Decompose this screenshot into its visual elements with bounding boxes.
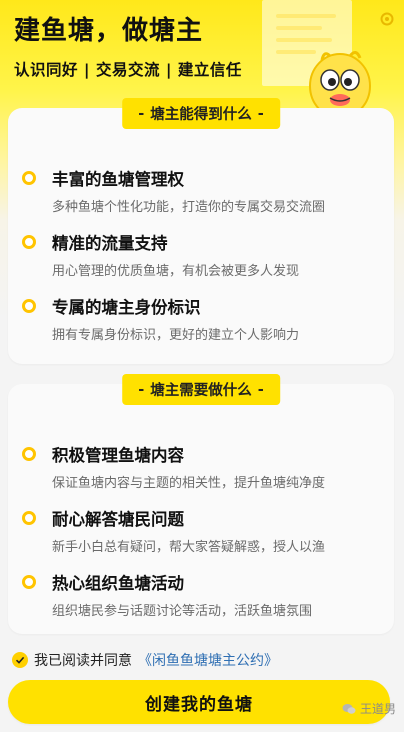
item-title: 丰富的鱼塘管理权 [52, 170, 184, 189]
benefits-heading-label: 塘主能得到什么 [150, 107, 252, 123]
dash-icon: - [138, 105, 145, 122]
item-title: 积极管理鱼塘内容 [52, 446, 184, 465]
item-desc: 拥有专属身份标识，更好的建立个人影响力 [52, 328, 300, 343]
agreement-link[interactable]: 《闲鱼鱼塘塘主公约》 [138, 650, 278, 670]
item-desc: 组织塘民参与话题讨论等活动，活跃鱼塘氛围 [52, 604, 313, 619]
item-desc: 多种鱼塘个性化功能，打造你的专属交易交流圈 [52, 200, 326, 215]
watermark: 王道男 [342, 700, 396, 717]
dash-icon: - [257, 105, 264, 122]
item-title: 热心组织鱼塘活动 [52, 574, 184, 593]
bullet-icon [22, 171, 36, 185]
duties-card: - 塘主需要做什么 - 积极管理鱼塘内容 保证鱼塘内容与主题的相关性，提升鱼塘纯… [8, 374, 394, 634]
bullet-icon [22, 235, 36, 249]
agreement-text: 我已阅读并同意 [34, 653, 132, 669]
duties-heading-label: 塘主需要做什么 [150, 383, 252, 399]
agreement-checkbox[interactable] [12, 652, 28, 668]
duties-heading: - 塘主需要做什么 - [122, 374, 280, 405]
item-desc: 新手小白总有疑问，帮大家答疑解惑，授人以渔 [52, 540, 326, 555]
watermark-text: 王道男 [359, 702, 396, 716]
benefits-heading: - 塘主能得到什么 - [122, 98, 280, 129]
item-title: 专属的塘主身份标识 [52, 298, 201, 317]
agreement-row: 我已阅读并同意 《闲鱼鱼塘塘主公约》 [12, 650, 278, 670]
page-subtitle: 认识同好 | 交易交流 | 建立信任 [14, 61, 242, 79]
bullet-icon [22, 447, 36, 461]
page-title: 建鱼塘，做塘主 [14, 16, 204, 46]
dash-icon: - [257, 381, 264, 398]
page: 建鱼塘，做塘主 认识同好 | 交易交流 | 建立信任 - 塘主能得到什么 - 丰… [0, 0, 404, 732]
settings-icon[interactable] [380, 12, 394, 26]
check-icon [15, 656, 25, 664]
item-desc: 保证鱼塘内容与主题的相关性，提升鱼塘纯净度 [52, 476, 326, 491]
item-title: 耐心解答塘民问题 [52, 510, 184, 529]
bullet-icon [22, 575, 36, 589]
create-pond-button[interactable]: 创建我的鱼塘 [8, 680, 390, 724]
item-title: 精准的流量支持 [52, 234, 168, 253]
bullet-icon [22, 299, 36, 313]
bullet-icon [22, 511, 36, 525]
dash-icon: - [138, 381, 145, 398]
wechat-icon [342, 703, 356, 714]
benefits-card: - 塘主能得到什么 - 丰富的鱼塘管理权 多种鱼塘个性化功能，打造你的专属交易交… [8, 98, 394, 364]
item-desc: 用心管理的优质鱼塘，有机会被更多人发现 [52, 264, 300, 279]
